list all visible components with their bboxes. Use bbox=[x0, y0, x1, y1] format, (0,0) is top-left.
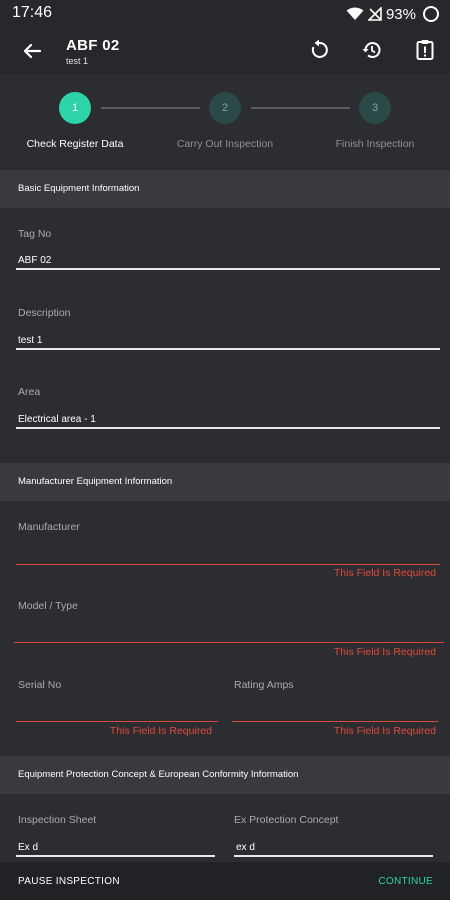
model-type-underline bbox=[14, 642, 444, 643]
step-3-label: Finish Inspection bbox=[335, 138, 415, 150]
section-title: Manufacturer Equipment Information bbox=[18, 476, 173, 487]
history-icon[interactable] bbox=[360, 38, 384, 62]
model-type-error: This Field Is Required bbox=[333, 646, 436, 658]
inspection-screen: 17:46 93% ABF 02 test 1 1 2 3 Check Regi… bbox=[0, 0, 450, 900]
battery-icon bbox=[422, 5, 440, 23]
section-protection-concept: Equipment Protection Concept & European … bbox=[0, 756, 450, 794]
page-title: ABF 02 bbox=[66, 37, 120, 54]
area-label: Area bbox=[18, 386, 41, 398]
description-input[interactable] bbox=[18, 333, 438, 347]
step-number: 3 bbox=[371, 102, 379, 114]
model-type-label: Model / Type bbox=[18, 600, 78, 612]
ex-protection-concept-select[interactable] bbox=[236, 840, 432, 854]
rating-amps-input[interactable] bbox=[234, 704, 434, 718]
inspection-sheet-underline bbox=[16, 855, 215, 857]
description-label: Description bbox=[18, 307, 71, 319]
manufacturer-label: Manufacturer bbox=[18, 521, 80, 533]
description-underline bbox=[16, 348, 440, 350]
rating-amps-label: Rating Amps bbox=[234, 679, 294, 691]
rating-amps-underline bbox=[232, 721, 438, 722]
continue-button[interactable]: CONTINUE bbox=[378, 876, 433, 887]
bottom-action-bar: PAUSE INSPECTION CONTINUE bbox=[0, 862, 450, 900]
step-connector bbox=[251, 107, 350, 109]
step-number: 2 bbox=[221, 102, 229, 114]
tag-no-label: Tag No bbox=[18, 228, 52, 240]
pause-inspection-button[interactable]: PAUSE INSPECTION bbox=[18, 876, 120, 887]
model-type-input[interactable] bbox=[18, 625, 438, 639]
manufacturer-underline bbox=[16, 564, 440, 565]
step-3-indicator: 3 bbox=[359, 92, 391, 124]
inspection-sheet-select[interactable] bbox=[18, 840, 214, 854]
step-2-indicator: 2 bbox=[209, 92, 241, 124]
no-signal-icon bbox=[367, 7, 382, 21]
serial-no-label: Serial No bbox=[18, 679, 62, 691]
inspection-sheet-label: Inspection Sheet bbox=[18, 814, 97, 826]
page-subtitle: test 1 bbox=[66, 56, 89, 66]
tag-no-input[interactable] bbox=[18, 253, 438, 267]
step-number: 1 bbox=[71, 102, 79, 114]
step-connector bbox=[101, 107, 200, 109]
ex-protection-concept-label: Ex Protection Concept bbox=[234, 814, 339, 826]
app-bar: ABF 02 test 1 bbox=[0, 28, 450, 74]
area-input[interactable] bbox=[18, 412, 438, 426]
step-1-label: Check Register Data bbox=[26, 138, 124, 150]
status-bar: 17:46 93% bbox=[0, 0, 450, 28]
serial-no-error: This Field Is Required bbox=[109, 725, 212, 737]
tag-no-underline bbox=[16, 268, 440, 270]
section-title: Basic Equipment Information bbox=[18, 183, 140, 194]
step-2-label: Carry Out Inspection bbox=[176, 138, 274, 150]
section-title: Equipment Protection Concept & European … bbox=[18, 769, 299, 780]
back-arrow-icon[interactable] bbox=[20, 39, 44, 63]
battery-percent: 93% bbox=[385, 5, 416, 23]
wifi-icon bbox=[346, 7, 364, 21]
status-time: 17:46 bbox=[12, 4, 53, 21]
section-basic-equipment: Basic Equipment Information bbox=[0, 170, 450, 208]
manufacturer-input[interactable] bbox=[18, 546, 438, 560]
manufacturer-error: This Field Is Required bbox=[333, 567, 436, 579]
clipboard-icon[interactable] bbox=[413, 38, 437, 62]
progress-stepper: 1 2 3 Check Register Data Carry Out Insp… bbox=[0, 74, 450, 170]
area-underline bbox=[16, 427, 440, 429]
serial-no-input[interactable] bbox=[18, 704, 214, 718]
ex-protection-concept-underline bbox=[234, 855, 433, 857]
serial-no-underline bbox=[16, 721, 218, 722]
reset-icon[interactable] bbox=[307, 38, 331, 62]
step-1-indicator: 1 bbox=[59, 92, 91, 124]
section-manufacturer-equipment: Manufacturer Equipment Information bbox=[0, 463, 450, 501]
rating-amps-error: This Field Is Required bbox=[333, 725, 436, 737]
status-icons: 93% bbox=[346, 4, 440, 24]
